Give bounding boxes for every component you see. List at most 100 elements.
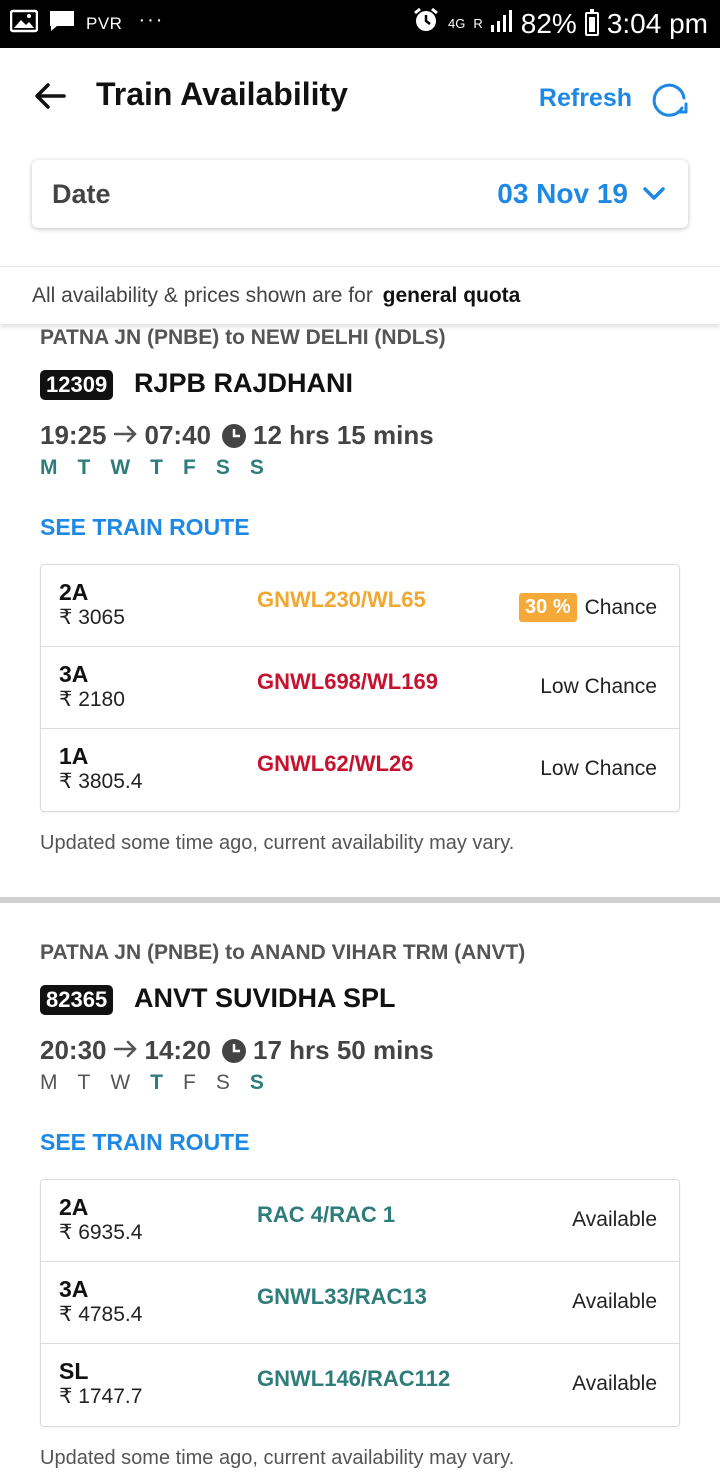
availability-status: GNWL33/RAC13 [257, 1284, 427, 1309]
status-bar: PVR ··· 4G R 82% 3:04 pm [0, 0, 720, 48]
journey-duration: 12 hrs 15 mins [253, 420, 434, 450]
class-fare: ₹ 3805.4 [59, 770, 143, 793]
day-friday: F [182, 456, 196, 479]
class-row[interactable]: 3A ₹ 2180 GNWL698/WL169 Low Chance [41, 647, 679, 729]
quota-type: general quota [382, 284, 521, 307]
train-route: PATNA JN (PNBE) to ANAND VIHAR TRM (ANVT… [40, 941, 526, 964]
day-friday: F [182, 1071, 196, 1094]
train-timings: 19:25 07:40 12 hrs 15 mins [40, 420, 434, 451]
class-fare: ₹ 2180 [59, 688, 125, 711]
chance-label: Low Chance [540, 675, 657, 698]
page-title: Train Availability [96, 76, 348, 112]
day-sunday: S [249, 1071, 264, 1094]
network-type: 4G [448, 15, 466, 31]
chance-label: Available [572, 1372, 657, 1395]
date-selector[interactable]: Date 03 Nov 19 [32, 160, 688, 228]
arrival-time: 14:20 [144, 1035, 212, 1065]
class-row[interactable]: 3A ₹ 4785.4 GNWL33/RAC13 Available [41, 1262, 679, 1344]
departure-time: 20:30 [40, 1035, 107, 1065]
chevron-down-icon[interactable] [642, 184, 666, 204]
chance-label: Available [572, 1208, 657, 1231]
class-row[interactable]: 2A ₹ 3065 GNWL230/WL65 30 % Chance [41, 565, 679, 647]
availability-status: GNWL698/WL169 [257, 669, 438, 694]
class-code: 2A [59, 579, 89, 605]
class-availability-table: 2A ₹ 3065 GNWL230/WL65 30 % Chance 3A ₹ … [40, 564, 680, 812]
see-train-route-link[interactable]: SEE TRAIN ROUTE [40, 1129, 250, 1156]
refresh-icon[interactable] [648, 78, 692, 122]
day-tuesday: T [77, 1071, 91, 1094]
day-saturday: S [215, 456, 230, 479]
departure-time: 19:25 [40, 420, 107, 450]
chance-label: Chance [584, 595, 657, 619]
day-tuesday: T [77, 456, 91, 479]
clock-time: 3:04 pm [606, 7, 708, 39]
confirm-chance: Available [572, 1208, 657, 1232]
day-wednesday: W [110, 456, 131, 479]
app-header: Train Availability Refresh [0, 48, 720, 148]
class-row[interactable]: SL ₹ 1747.7 GNWL146/RAC112 Available [41, 1344, 679, 1426]
chance-percent-badge: 30 % [519, 593, 577, 622]
day-monday: M [40, 456, 58, 479]
battery-icon [584, 8, 599, 36]
class-code: 2A [59, 1194, 89, 1220]
more-notifications-icon: ··· [138, 9, 165, 31]
chance-label: Available [572, 1290, 657, 1313]
confirm-chance: Available [572, 1290, 657, 1314]
class-code: 3A [59, 661, 89, 687]
date-label: Date [52, 179, 111, 209]
battery-percent: 82% [520, 7, 577, 39]
class-row[interactable]: 2A ₹ 6935.4 RAC 4/RAC 1 Available [41, 1180, 679, 1262]
confirm-chance: 30 % Chance [519, 593, 657, 622]
clock-icon [221, 1038, 247, 1064]
day-thursday: T [150, 1071, 163, 1094]
quota-text: All availability & prices shown are for … [32, 284, 520, 308]
message-icon [48, 9, 76, 38]
running-days: M T W T F S S [40, 456, 264, 480]
clock-icon [221, 423, 247, 449]
alarm-icon [412, 6, 440, 41]
availability-status: GNWL146/RAC112 [257, 1366, 451, 1391]
train-number: 82365 [40, 985, 114, 1015]
back-button[interactable] [30, 76, 70, 116]
status-right: 4G R 82% 3:04 pm [412, 6, 708, 41]
signal-icon [490, 8, 513, 40]
day-sunday: S [249, 456, 264, 479]
train-timings: 20:30 14:20 17 hrs 50 mins [40, 1035, 434, 1066]
class-fare: ₹ 6935.4 [59, 1221, 143, 1244]
arrow-right-icon [113, 1035, 139, 1066]
class-code: SL [59, 1358, 89, 1384]
chance-label: Low Chance [540, 757, 657, 780]
quota-prefix: All availability & prices shown are for [32, 284, 373, 307]
class-fare: ₹ 4785.4 [59, 1303, 143, 1326]
day-saturday: S [215, 1071, 230, 1094]
train-name: ANVT SUVIDHA SPL [134, 983, 396, 1013]
availability-status: GNWL62/WL26 [257, 751, 414, 776]
journey-duration: 17 hrs 50 mins [253, 1035, 434, 1065]
see-train-route-link[interactable]: SEE TRAIN ROUTE [40, 514, 250, 541]
confirm-chance: Low Chance [540, 675, 657, 699]
train-route: PATNA JN (PNBE) to NEW DELHI (NDLS) [40, 326, 446, 349]
refresh-button[interactable]: Refresh [539, 84, 632, 113]
day-thursday: T [150, 456, 163, 479]
date-value[interactable]: 03 Nov 19 [497, 178, 628, 210]
availability-status: GNWL230/WL65 [257, 587, 426, 612]
confirm-chance: Available [572, 1372, 657, 1396]
class-row[interactable]: 1A ₹ 3805.4 GNWL62/WL26 Low Chance [41, 729, 679, 811]
gallery-icon [9, 9, 39, 38]
roaming-indicator: R [473, 15, 483, 31]
availability-status: RAC 4/RAC 1 [257, 1202, 396, 1227]
update-note: Updated some time ago, current availabil… [40, 832, 515, 854]
carrier-label: PVR [86, 13, 123, 33]
class-availability-table: 2A ₹ 6935.4 RAC 4/RAC 1 Available 3A ₹ 4… [40, 1179, 680, 1427]
train-name: RJPB RAJDHANI [134, 368, 354, 398]
quota-info-bar: All availability & prices shown are for … [0, 266, 720, 324]
confirm-chance: Low Chance [540, 757, 657, 781]
day-wednesday: W [110, 1071, 131, 1094]
section-divider [0, 897, 720, 903]
train-number: 12309 [40, 370, 114, 400]
class-code: 3A [59, 1276, 89, 1302]
arrow-right-icon [113, 420, 139, 451]
back-arrow-icon [35, 83, 66, 109]
running-days: M T W T F S S [40, 1071, 264, 1095]
class-fare: ₹ 3065 [59, 606, 125, 629]
